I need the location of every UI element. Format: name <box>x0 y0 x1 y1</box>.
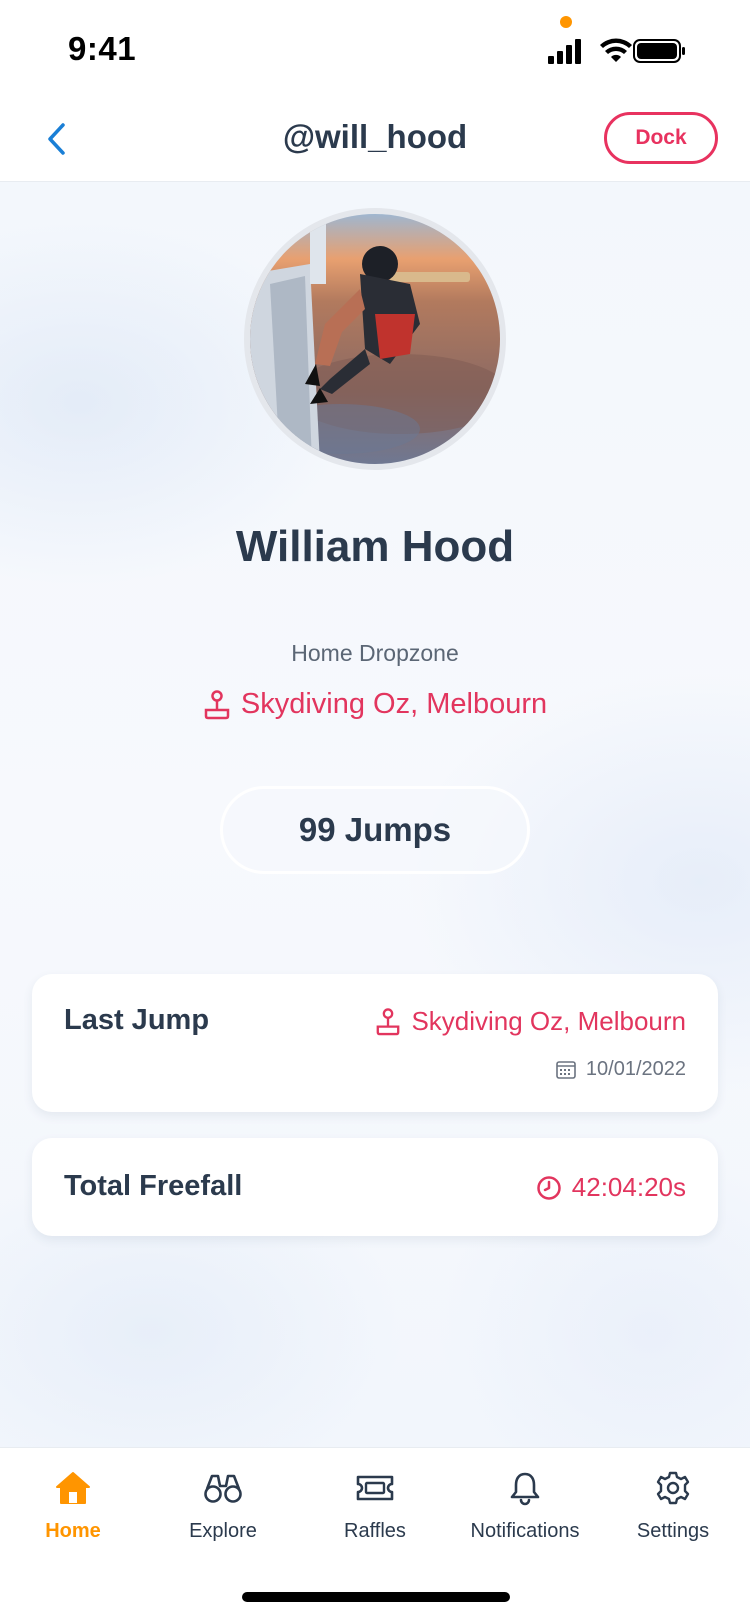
profile-name: William Hood <box>235 522 515 571</box>
status-time: 9:41 <box>68 30 137 67</box>
total-freefall-time-text: 42:04:20s <box>571 1172 686 1202</box>
tab-bar: Home Explore Raffles Notifications Setti… <box>0 1447 750 1612</box>
profile-content: William Hood Home Dropzone Skydiving Oz,… <box>0 182 750 1447</box>
home-dropzone[interactable]: Skydiving Oz, Melbourn <box>0 688 750 721</box>
home-indicator <box>242 1592 510 1602</box>
joystick-location-icon <box>377 1007 400 1035</box>
battery-icon <box>633 39 685 63</box>
dock-button[interactable]: Dock <box>604 112 718 164</box>
total-freefall-card[interactable]: Total Freefall 42:04:20s <box>32 1138 718 1236</box>
total-freefall-title: Total Freefall <box>64 1170 243 1202</box>
tab-home[interactable]: Home <box>0 1468 148 1558</box>
tab-notifications-label: Notifications <box>470 1520 580 1542</box>
home-dropzone-label: Home Dropzone <box>291 640 459 666</box>
nav-header: @will_hood Dock <box>0 100 750 182</box>
last-jump-date-text: 10/01/2022 <box>585 1058 686 1080</box>
last-jump-location: Skydiving Oz, Melbourn <box>375 1006 686 1037</box>
avatar <box>244 208 506 470</box>
ticket-icon <box>356 1475 394 1501</box>
gear-icon <box>656 1471 690 1505</box>
avatar-photo <box>250 214 500 464</box>
calendar-icon <box>556 1060 576 1079</box>
tab-raffles-label: Raffles <box>344 1520 406 1542</box>
home-dropzone-name: Skydiving Oz, Melbourn <box>240 688 548 720</box>
binoculars-icon <box>204 1474 242 1503</box>
wifi-icon <box>600 38 632 62</box>
signal-icon <box>548 39 581 64</box>
tab-explore-label: Explore <box>189 1520 257 1542</box>
tab-settings-label: Settings <box>636 1520 710 1542</box>
last-jump-title: Last Jump <box>64 1004 210 1036</box>
tab-home-label: Home <box>45 1520 101 1542</box>
tab-settings[interactable]: Settings <box>598 1468 748 1558</box>
clock-icon <box>537 1175 561 1200</box>
total-freefall-time: 42:04:20s <box>536 1172 686 1203</box>
tab-raffles[interactable]: Raffles <box>300 1468 450 1558</box>
last-jump-date: 10/01/2022 <box>556 1058 686 1081</box>
bell-icon <box>510 1472 540 1506</box>
tab-notifications[interactable]: Notifications <box>450 1468 600 1558</box>
status-bar: 9:41 <box>0 0 750 100</box>
last-jump-location-text: Skydiving Oz, Melbourn <box>411 1006 686 1036</box>
status-icons <box>548 38 685 64</box>
tab-explore[interactable]: Explore <box>148 1468 298 1558</box>
last-jump-card[interactable]: Last Jump Skydiving Oz, Melbourn 10/01/2… <box>32 974 718 1112</box>
home-icon <box>56 1472 90 1504</box>
jumps-count-badge: 99 Jumps <box>220 786 530 874</box>
privacy-indicator-dot <box>560 16 572 28</box>
joystick-location-icon <box>204 689 230 719</box>
